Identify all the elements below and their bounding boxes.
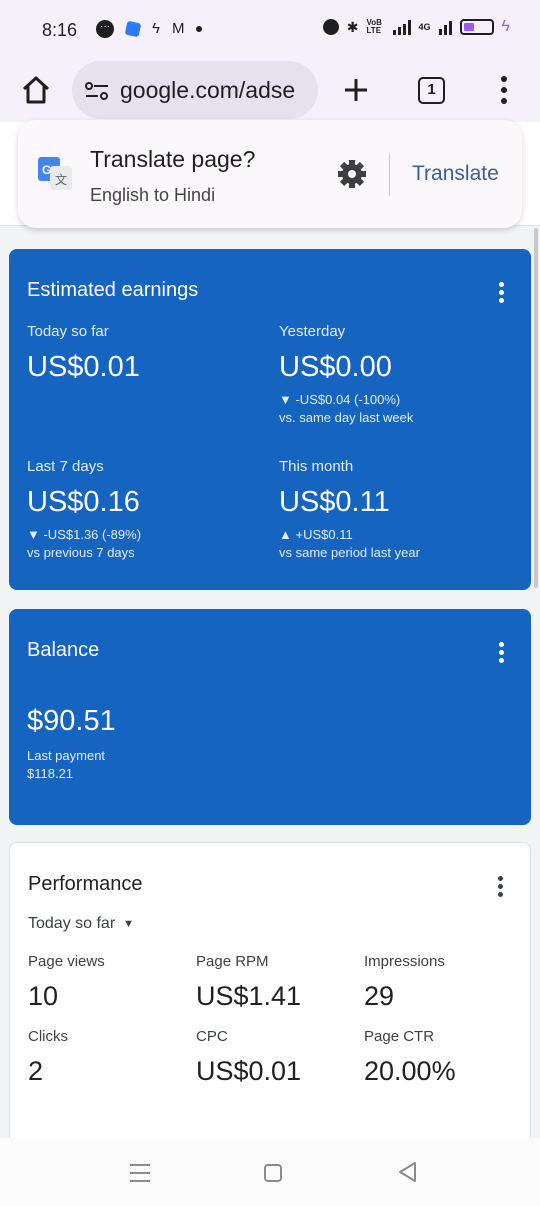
- network-type: 4G: [418, 22, 431, 32]
- translate-popup: G 文 Translate page? English to Hindi Tra…: [18, 120, 522, 228]
- performance-title: Performance: [28, 873, 143, 895]
- more-notifications-icon: [196, 26, 203, 32]
- last7-value: US$0.16: [27, 486, 140, 518]
- svg-text:文: 文: [55, 172, 67, 187]
- notification-icons: ··· ϟ M: [96, 20, 203, 38]
- metric-value: 20.00%: [364, 1056, 456, 1086]
- home-icon: [22, 76, 50, 104]
- metric-label: CPC: [196, 1028, 228, 1045]
- metric-value: US$1.41: [196, 981, 302, 1011]
- tab-switcher-button[interactable]: 1: [418, 77, 445, 104]
- balance-card: Balance $90.51 Last payment $118.21: [9, 609, 531, 825]
- performance-card: Performance Today so far ▼ Page views 10…: [9, 842, 531, 1138]
- last7-change: ▼ -US$1.36 (-89%): [27, 527, 142, 542]
- translate-languages: English to Hindi: [90, 185, 216, 205]
- earnings-more-button[interactable]: [497, 282, 505, 306]
- svg-text:G: G: [42, 163, 51, 177]
- translate-title: Translate page?: [90, 146, 256, 172]
- month-change: ▲ +US$0.11: [279, 527, 353, 542]
- browser-toolbar: google.com/adse 1: [0, 60, 540, 122]
- yesterday-value: US$0.00: [279, 351, 392, 383]
- battery-icon: [459, 19, 494, 35]
- app-notification-icon: [124, 20, 142, 38]
- metric-value: 2: [28, 1056, 44, 1086]
- address-bar[interactable]: google.com/adse: [72, 61, 318, 119]
- scrollbar[interactable]: [534, 228, 538, 588]
- google-translate-icon: G 文: [38, 157, 72, 190]
- flash-icon: ϟ: [152, 20, 160, 37]
- metric-value: US$0.01: [196, 1056, 302, 1086]
- metric-label: Page CTR: [364, 1028, 435, 1045]
- home-button[interactable]: [20, 74, 52, 106]
- last-payment-label: Last payment: [27, 748, 106, 763]
- system-navigation-bar: [0, 1138, 540, 1206]
- month-compare: vs same period last year: [279, 545, 420, 560]
- metric-value: 29: [364, 981, 395, 1011]
- metric-value: 10: [28, 981, 59, 1011]
- range-selector[interactable]: Today so far ▼: [28, 915, 134, 933]
- yesterday-compare: vs. same day last week: [279, 410, 414, 425]
- plus-icon: [345, 79, 367, 101]
- back-button[interactable]: [396, 1160, 418, 1184]
- gmail-icon: M: [171, 20, 185, 37]
- back-icon: [399, 1162, 416, 1182]
- balance-more-button[interactable]: [497, 642, 505, 666]
- earnings-card: Estimated earnings Today so far US$0.01 …: [9, 249, 531, 590]
- earnings-title: Estimated earnings: [27, 279, 199, 301]
- charging-icon: ϟ: [501, 18, 510, 35]
- url-text[interactable]: google.com/adse: [120, 77, 312, 104]
- balance-title: Balance: [27, 639, 100, 661]
- status-time: 8:16: [42, 20, 78, 40]
- last-payment-value: $118.21: [27, 766, 74, 781]
- metric-label: Page views: [28, 953, 105, 970]
- translate-button[interactable]: Translate: [412, 162, 499, 186]
- metric-label: Page RPM: [196, 953, 269, 970]
- last7-label: Last 7 days: [27, 458, 104, 475]
- performance-more-button[interactable]: [496, 876, 504, 900]
- balance-value: $90.51: [27, 705, 116, 737]
- today-label: Today so far: [27, 323, 109, 340]
- recent-apps-button[interactable]: [130, 1164, 150, 1188]
- metric-label: Impressions: [364, 953, 445, 970]
- volte-icon: VoB LTE: [366, 18, 382, 35]
- last7-compare: vs previous 7 days: [27, 545, 135, 560]
- month-value: US$0.11: [279, 486, 390, 518]
- system-icons: ✱ VoB LTE 4G ϟ: [322, 18, 510, 36]
- gear-icon: [338, 160, 366, 188]
- home-nav-button[interactable]: [264, 1164, 282, 1182]
- yesterday-change: ▼ -US$0.04 (-100%): [279, 392, 401, 407]
- site-settings-icon[interactable]: [84, 78, 110, 104]
- signal-icon: [392, 19, 411, 35]
- month-label: This month: [279, 458, 354, 475]
- chevron-down-icon: ▼: [123, 918, 135, 930]
- status-bar: 8:16 ··· ϟ M ✱ VoB LTE 4G ϟ: [0, 0, 540, 60]
- messaging-icon: ···: [96, 20, 114, 38]
- new-tab-button[interactable]: [340, 74, 372, 106]
- translate-settings-button[interactable]: [336, 158, 368, 190]
- alarm-icon: [322, 19, 339, 35]
- bluetooth-icon: ✱: [346, 18, 359, 35]
- page-content: Estimated earnings Today so far US$0.01 …: [0, 122, 540, 1138]
- browser-menu-button[interactable]: [494, 76, 514, 106]
- yesterday-label: Yesterday: [279, 323, 346, 340]
- signal-2-icon: [438, 19, 452, 35]
- today-value: US$0.01: [27, 351, 140, 383]
- range-label: Today so far: [28, 915, 116, 932]
- divider: [389, 154, 390, 196]
- metric-label: Clicks: [28, 1028, 68, 1045]
